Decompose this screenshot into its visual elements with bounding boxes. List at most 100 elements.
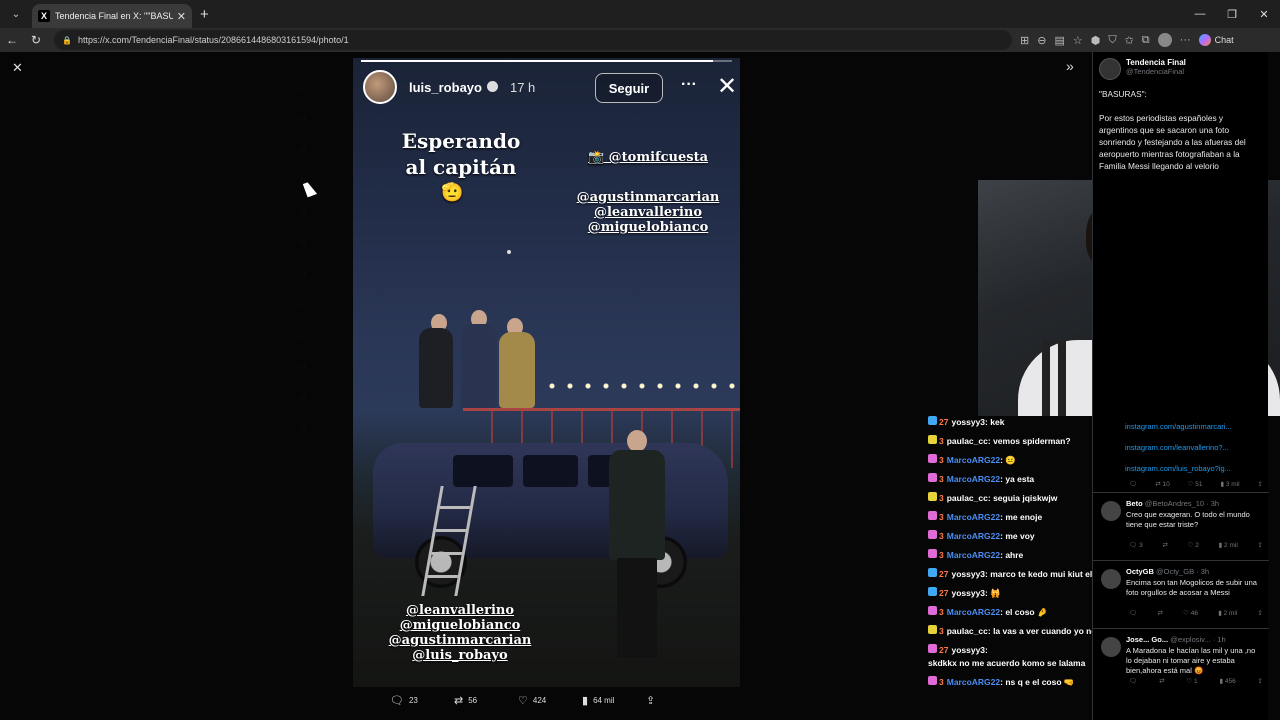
refresh-icon[interactable]: ↻ bbox=[24, 33, 48, 47]
story-more-icon[interactable]: ··· bbox=[681, 76, 697, 94]
tweet-link[interactable]: instagram.com/agustinmarcari... bbox=[1125, 416, 1261, 437]
back-icon[interactable]: ← bbox=[0, 33, 24, 47]
chat-username[interactable]: MarcoARG22 bbox=[947, 455, 1000, 465]
views-icon[interactable]: ▮ 3 mil bbox=[1220, 480, 1239, 488]
photographer-mention: 📸 @tomifcuesta bbox=[563, 146, 733, 165]
views-icon[interactable]: ▮ 2 mil bbox=[1219, 541, 1238, 549]
favorites-icon[interactable]: ✩ bbox=[1125, 34, 1134, 47]
avatar[interactable] bbox=[1099, 58, 1121, 80]
shield-icon[interactable]: ⛉ bbox=[1108, 34, 1116, 47]
share-icon[interactable]: ⇪ bbox=[1258, 541, 1263, 549]
repost-button[interactable]: ⇄ 56 bbox=[454, 694, 518, 707]
tweet-link[interactable]: instagram.com/leanvallerino?... bbox=[1125, 437, 1261, 458]
browser-tab[interactable]: X Tendencia Final en X: ""BASURAS" ✕ bbox=[32, 4, 192, 28]
tweet-link[interactable]: instagram.com/luis_robayo?ig... bbox=[1125, 458, 1261, 479]
close-media-icon[interactable]: ✕ bbox=[12, 60, 23, 76]
chat-message-content: 27 yossyy3: skdkkx no me acuerdo komo se … bbox=[928, 642, 1085, 670]
reply-icon[interactable]: 🗨 bbox=[1129, 609, 1137, 617]
chat-username[interactable]: yossyy3 bbox=[951, 417, 985, 427]
reply-text: A Maradona le hacían las mil y una ,no l… bbox=[1126, 646, 1256, 675]
reply-button[interactable]: 🗨 23 bbox=[390, 694, 454, 707]
stream-chat: 27 yossyy3: kek 3 paulac_cc: vemos spiderma… bbox=[928, 414, 1106, 693]
profile-icon[interactable] bbox=[1157, 33, 1172, 47]
person-3 bbox=[499, 332, 535, 408]
reply-tweet[interactable]: OctyGB @Octy_GB · 3h Encima son tan Mogol… bbox=[1093, 560, 1269, 628]
avatar[interactable] bbox=[1101, 637, 1121, 657]
heart-icon[interactable]: ♡ 2 bbox=[1188, 541, 1199, 549]
chat-username[interactable]: paulac_cc bbox=[947, 493, 988, 503]
share-button[interactable]: ⇪ bbox=[646, 694, 710, 707]
chat-username[interactable]: yossyy3 bbox=[951, 588, 985, 598]
expand-panel-icon[interactable]: » bbox=[1066, 58, 1074, 74]
chat-username[interactable]: yossyy3 bbox=[951, 569, 985, 579]
chat-username[interactable]: MarcoARG22 bbox=[947, 677, 1000, 687]
person-4 bbox=[609, 450, 665, 560]
chat-text: seguia jqiskwjw bbox=[993, 493, 1058, 503]
author-handle: @TendenciaFinal bbox=[1126, 67, 1185, 76]
heart-icon[interactable]: ♡ 46 bbox=[1183, 609, 1198, 617]
follow-button[interactable]: Seguir bbox=[595, 73, 663, 103]
heart-icon[interactable]: ♡ 1 bbox=[1186, 677, 1197, 685]
avatar[interactable] bbox=[1101, 569, 1121, 589]
minimize-button[interactable]: — bbox=[1184, 0, 1216, 28]
reply-icon[interactable]: 🗨 bbox=[1129, 480, 1137, 488]
extensions-icon[interactable]: ⬢ bbox=[1091, 34, 1101, 47]
chat-level: 27 bbox=[939, 417, 949, 427]
reply-author[interactable]: Beto bbox=[1126, 499, 1143, 508]
like-button[interactable]: ♡ 424 bbox=[518, 694, 582, 707]
chat-level: 3 bbox=[939, 531, 944, 541]
translate-icon[interactable]: ⊞ bbox=[1020, 34, 1029, 47]
mention: @miguelobianco bbox=[587, 220, 709, 235]
reply-author[interactable]: Jose... Go... bbox=[1126, 635, 1168, 644]
like-count: 2 bbox=[1195, 542, 1199, 549]
repost-icon[interactable]: ⇄ bbox=[1159, 677, 1164, 685]
reply-actions: 🗨 ⇄ ♡ 46 ▮ 2 mil ⇪ bbox=[1129, 609, 1263, 617]
star-icon[interactable]: ☆ bbox=[1073, 34, 1083, 47]
tab-close-icon[interactable]: ✕ bbox=[177, 10, 186, 23]
reply-tweet[interactable]: Beto @BetoAndres_10 · 3h Creo que exagera… bbox=[1093, 492, 1269, 560]
more-icon[interactable]: ··· bbox=[1180, 34, 1191, 46]
story-close-icon[interactable]: ✕ bbox=[717, 72, 737, 101]
address-bar[interactable]: 🔒 https://x.com/TendenciaFinal/status/20… bbox=[54, 30, 1012, 50]
chat-badge-icon bbox=[928, 606, 937, 615]
collections-icon[interactable]: ⧉ bbox=[1142, 34, 1150, 47]
author-name[interactable]: Tendencia Final bbox=[1126, 58, 1186, 67]
repost-icon[interactable]: ⇄ bbox=[1162, 541, 1167, 549]
chat-badge-icon bbox=[928, 492, 937, 501]
mention: @agustinmarcarian bbox=[576, 190, 720, 205]
chat-username[interactable]: MarcoARG22 bbox=[947, 550, 1000, 560]
new-tab-button[interactable]: + bbox=[200, 6, 209, 23]
reply-icon[interactable]: 🗨 bbox=[1129, 677, 1137, 685]
share-icon[interactable]: ⇪ bbox=[1258, 677, 1263, 685]
repost-icon[interactable]: ⇄ 10 bbox=[1155, 480, 1170, 488]
chat-username[interactable]: MarcoARG22 bbox=[947, 474, 1000, 484]
heart-icon[interactable]: ♡ 51 bbox=[1188, 480, 1203, 488]
views-icon[interactable]: ▮ 2 mil bbox=[1218, 609, 1237, 617]
chat-username[interactable]: paulac_cc bbox=[947, 436, 988, 446]
chat-username[interactable]: yossyy3 bbox=[951, 645, 985, 655]
zoom-icon[interactable]: ⊖ bbox=[1037, 34, 1046, 47]
close-window-button[interactable]: ✕ bbox=[1248, 0, 1280, 28]
reply-tweet[interactable]: Jose... Go... @explosiv... · 1h A Maradon… bbox=[1093, 628, 1269, 696]
chat-username[interactable]: MarcoARG22 bbox=[947, 607, 1000, 617]
mention: @luis_robayo bbox=[412, 648, 508, 663]
reply-author[interactable]: OctyGB bbox=[1126, 567, 1154, 576]
views-button[interactable]: ▮ 64 mil bbox=[582, 694, 646, 707]
reader-icon[interactable]: ▤ bbox=[1054, 34, 1064, 47]
story-username[interactable]: luis_robayo bbox=[409, 80, 498, 95]
maximize-button[interactable]: ❐ bbox=[1216, 0, 1248, 28]
reply-icon[interactable]: 🗨 3 bbox=[1129, 541, 1143, 549]
share-icon[interactable]: ⇪ bbox=[1258, 609, 1263, 617]
reply-count: 3 bbox=[1139, 542, 1143, 549]
avatar[interactable] bbox=[363, 70, 397, 104]
views-icon[interactable]: ▮ 456 bbox=[1219, 677, 1235, 685]
copilot-chat-button[interactable]: Chat bbox=[1198, 34, 1234, 46]
share-icon[interactable]: ⇪ bbox=[1258, 480, 1263, 488]
chat-username[interactable]: paulac_cc bbox=[947, 626, 988, 636]
avatar[interactable] bbox=[1101, 501, 1121, 521]
chat-username[interactable]: MarcoARG22 bbox=[947, 512, 1000, 522]
tab-list-button[interactable]: ⌄ bbox=[4, 4, 28, 24]
chat-username[interactable]: MarcoARG22 bbox=[947, 531, 1000, 541]
repost-icon[interactable]: ⇄ bbox=[1157, 609, 1162, 617]
chat-level: 3 bbox=[939, 626, 944, 636]
